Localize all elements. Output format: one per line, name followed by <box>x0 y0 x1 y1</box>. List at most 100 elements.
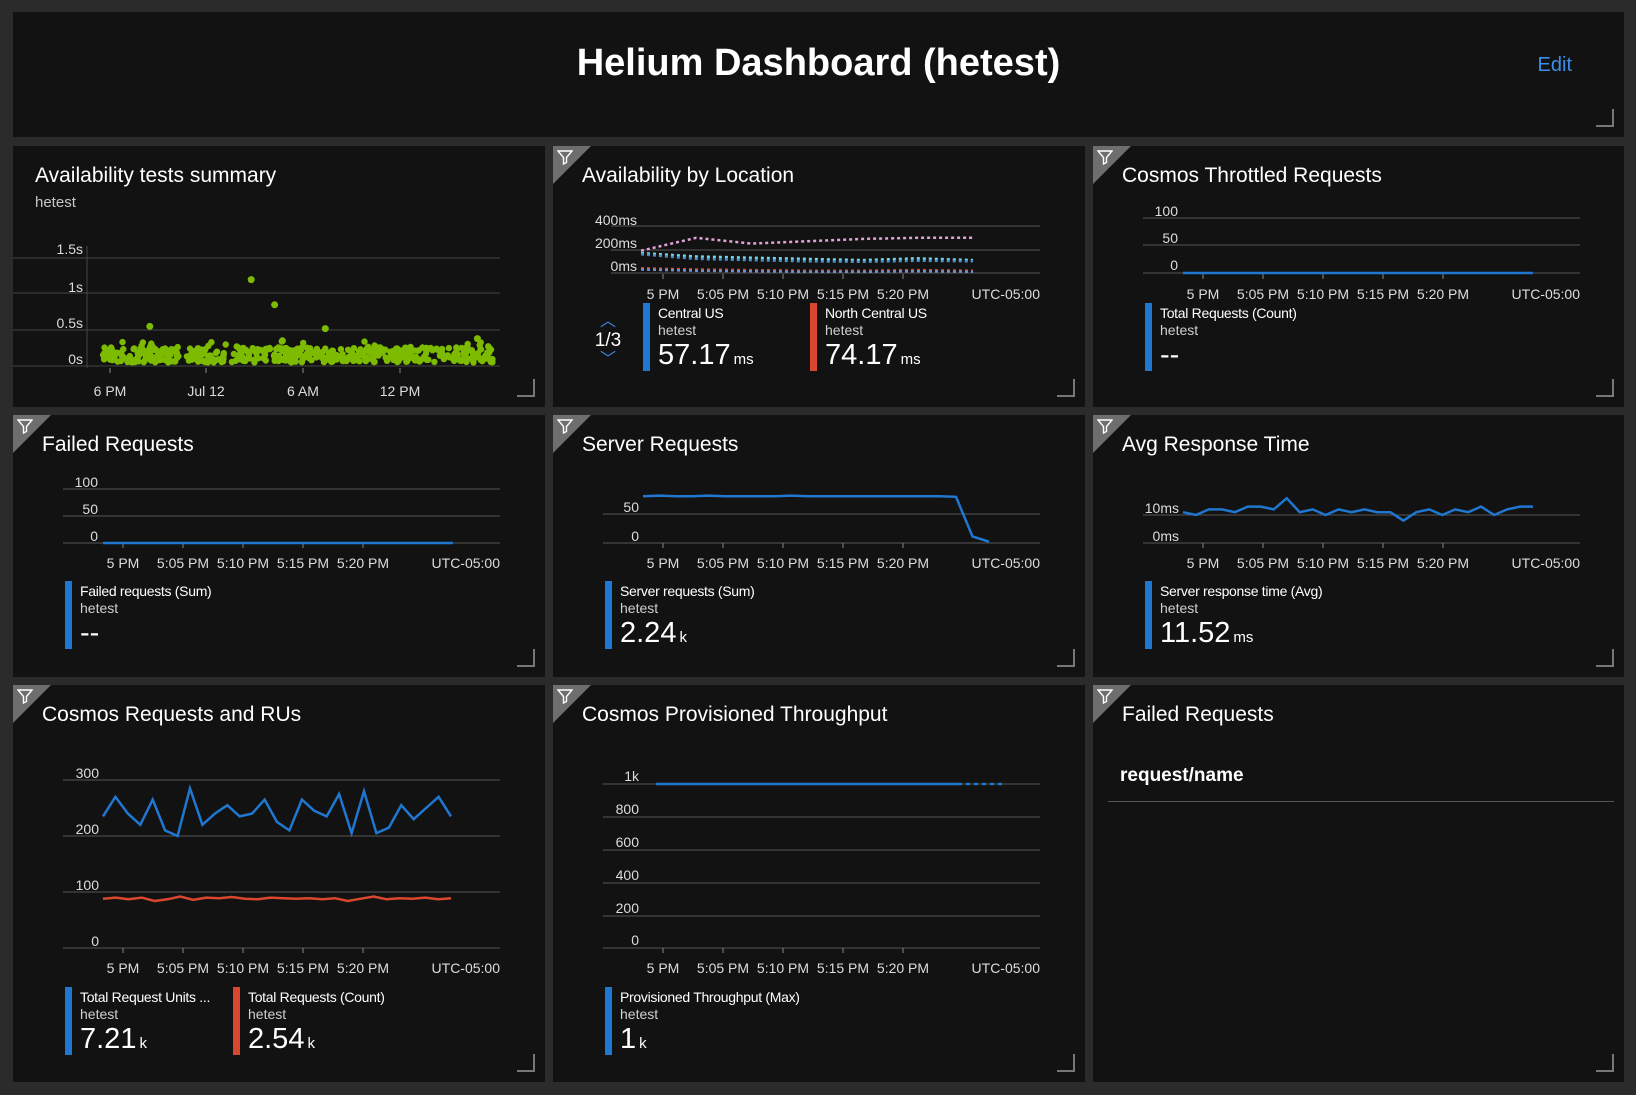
y-tick-label: 100 <box>76 877 100 893</box>
scatter-point <box>164 352 171 359</box>
x-tick-label: 5:05 PM <box>697 286 749 302</box>
scatter-point <box>220 352 227 359</box>
scatter-point <box>146 322 154 330</box>
resize-handle-icon[interactable] <box>1596 379 1614 397</box>
scatter-point <box>208 339 215 346</box>
legend-name: Failed requests (Sum) <box>80 583 212 599</box>
x-tick-label: 5:20 PM <box>1417 286 1469 302</box>
x-tick-label: 5:15 PM <box>1357 555 1409 571</box>
scatter-point <box>188 356 196 363</box>
legend-color-bar <box>605 987 612 1055</box>
x-tick-label: 5:20 PM <box>337 960 389 976</box>
x-tick-label: 5:05 PM <box>157 960 209 976</box>
scatter-point <box>277 356 284 363</box>
timezone-label: UTC-05:00 <box>432 555 501 571</box>
resize-handle-icon[interactable] <box>517 379 535 397</box>
legend-color-bar <box>1145 303 1152 371</box>
scatter-point <box>107 344 115 351</box>
legend-pager: ︿ 1/3 ﹀ <box>593 314 623 368</box>
scatter-point <box>174 343 181 351</box>
tile-failed-requests-chart[interactable]: Failed Requests 100 50 0 5 PM 5:05 PM 5:10… <box>13 415 545 677</box>
x-tick-label: 6 AM <box>287 383 319 399</box>
resize-handle-icon[interactable] <box>517 649 535 667</box>
legend-name: Total Requests (Count) <box>1160 305 1297 321</box>
tile-availability-location[interactable]: Availability by Location 400ms 200ms 0ms… <box>553 146 1085 407</box>
legend-value: 7.21 k <box>80 1023 147 1055</box>
scatter-point <box>483 351 491 358</box>
tile-cosmos-throughput[interactable]: Cosmos Provisioned Throughput 1k 800 600… <box>553 685 1085 1082</box>
y-tick-label: 200 <box>616 900 640 916</box>
cosmos-throughput-chart[interactable]: 1k 800 600 400 200 0 5 PM 5:05 PM 5:10 PM 5… <box>553 685 1085 985</box>
scatter-point <box>126 355 133 362</box>
scatter-point <box>246 355 253 362</box>
scatter-point <box>293 349 301 356</box>
chevron-down-icon[interactable]: ﹀ <box>593 352 623 368</box>
tile-cosmos-requests-rus[interactable]: Cosmos Requests and RUs 300 200 100 0 5 … <box>13 685 545 1082</box>
resize-handle-icon[interactable] <box>1596 1054 1614 1072</box>
x-tick-label: 5:10 PM <box>1297 286 1349 302</box>
tile-avg-response-time[interactable]: Avg Response Time 10ms 0ms 5 PM 5:05 PM 5:… <box>1093 415 1624 677</box>
timezone-label: UTC-05:00 <box>972 960 1041 976</box>
avg-response-chart[interactable]: 10ms 0ms 5 PM 5:05 PM 5:10 PM 5:15 PM 5:20 P… <box>1093 415 1624 585</box>
y-tick-label: 800 <box>616 801 640 817</box>
scatter-point <box>422 345 429 353</box>
series-line <box>101 784 453 838</box>
chevron-up-icon[interactable]: ︿ <box>593 314 623 330</box>
y-tick-label: 50 <box>1162 230 1178 246</box>
scatter-point <box>370 358 378 366</box>
resize-handle-icon[interactable] <box>1057 1054 1075 1072</box>
scatter-point <box>453 347 460 354</box>
y-tick-label: 600 <box>616 834 640 850</box>
scatter-point <box>382 354 389 361</box>
availability-scatter-chart[interactable]: 1.5s 1s 0.5s 0s 6 PM Jul 12 6 AM 12 PM <box>13 146 545 407</box>
scatter-point <box>266 345 274 353</box>
legend-name: Total Request Units ... <box>80 989 211 1005</box>
scatter-point <box>172 358 179 365</box>
series-line <box>642 494 990 543</box>
failed-requests-chart[interactable]: 100 50 0 5 PM 5:05 PM 5:10 PM 5:15 PM 5:20 P… <box>13 415 545 585</box>
x-tick-label: 5:20 PM <box>877 960 929 976</box>
resize-handle-icon[interactable] <box>1596 649 1614 667</box>
legend-resource: hetest <box>620 1006 659 1022</box>
x-tick-label: 5 PM <box>107 960 140 976</box>
y-tick-label: 100 <box>1155 203 1179 219</box>
tile-availability-summary[interactable]: Availability tests summary hetest 1.5s 1… <box>13 146 545 407</box>
legend-resource: hetest <box>80 1006 119 1022</box>
scatter-point <box>278 337 286 345</box>
resize-handle-icon[interactable] <box>517 1054 535 1072</box>
dashboard-title: Helium Dashboard (hetest) <box>576 42 1061 84</box>
tile-cosmos-throttled[interactable]: Cosmos Throttled Requests 100 50 0 5 PM 5… <box>1093 146 1624 407</box>
scatter-point <box>202 357 209 365</box>
x-tick-label: 5:15 PM <box>277 555 329 571</box>
availability-location-chart[interactable]: 400ms 200ms 0ms 5 PM 5:05 PM 5:10 PM 5:15 P… <box>553 146 1085 316</box>
y-tick-label: 0 <box>631 528 639 544</box>
scatter-point <box>212 349 220 357</box>
resize-handle-icon[interactable] <box>1057 379 1075 397</box>
scatter-point <box>445 344 453 352</box>
y-tick-label: 1k <box>624 768 640 784</box>
y-tick-label: 0 <box>1170 257 1178 273</box>
cosmos-rus-chart[interactable]: 300 200 100 0 5 PM 5:05 PM 5:10 PM 5:15 PM 5… <box>13 685 545 985</box>
series-line <box>640 236 973 252</box>
y-tick-label: 1s <box>68 279 83 295</box>
y-tick-label: 300 <box>76 765 100 781</box>
legend-value: -- <box>80 617 100 649</box>
resize-handle-icon[interactable] <box>1596 109 1614 127</box>
scatter-point <box>288 350 295 357</box>
scatter-point <box>168 346 175 353</box>
scatter-point <box>477 356 484 364</box>
server-requests-chart[interactable]: 50 0 5 PM 5:05 PM 5:10 PM 5:15 PM 5:20 PM UTC… <box>553 415 1085 585</box>
scatter-point <box>337 346 345 353</box>
tile-failed-requests-grid[interactable]: Failed Requests request/name <box>1093 685 1624 1082</box>
y-tick-label: 400 <box>616 867 640 883</box>
resize-handle-icon[interactable] <box>1057 649 1075 667</box>
scatter-point <box>139 339 147 346</box>
timezone-label: UTC-05:00 <box>1512 555 1581 571</box>
tile-server-requests[interactable]: Server Requests 50 0 5 PM 5:05 PM 5:10 PM 5… <box>553 415 1085 677</box>
timezone-label: UTC-05:00 <box>1512 286 1581 302</box>
edit-button[interactable]: Edit <box>1538 54 1572 77</box>
column-header-request-name[interactable]: request/name <box>1120 765 1244 787</box>
scatter-point <box>402 344 409 351</box>
cosmos-throttled-chart[interactable]: 100 50 0 5 PM 5:05 PM 5:10 PM 5:15 PM 5:20 P… <box>1093 146 1624 316</box>
x-tick-label: 5:10 PM <box>757 555 809 571</box>
